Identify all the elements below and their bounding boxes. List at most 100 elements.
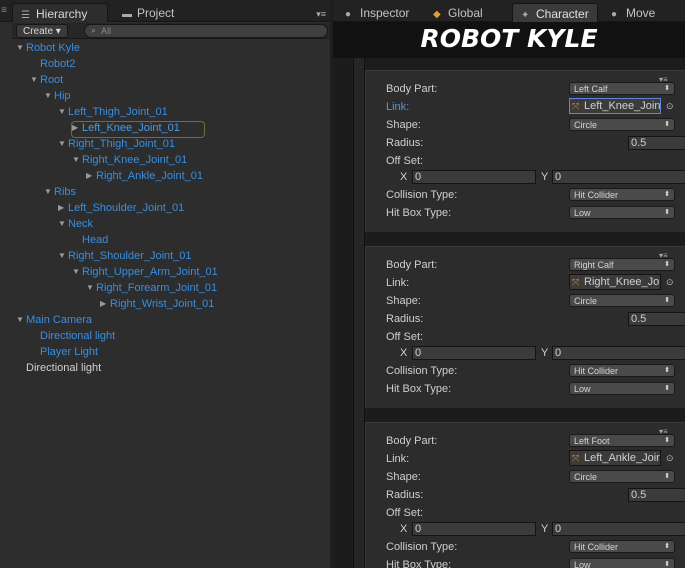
offset-label: Off Set: xyxy=(386,155,424,167)
create-button[interactable]: Create ▾ xyxy=(16,24,68,38)
link-object-field[interactable]: ⤧ Left_Knee_Joint xyxy=(569,98,661,114)
tree-node-label: Right_Shoulder_Joint_01 xyxy=(68,250,192,262)
expanded-arrow-icon[interactable]: ▼ xyxy=(72,155,82,164)
link-object-value: Left_Knee_Joint xyxy=(584,100,661,112)
offset-x-field[interactable]: 0 xyxy=(412,170,536,184)
collision-type-dropdown[interactable]: Hit Collider ⬍ xyxy=(569,364,675,377)
body-part-dropdown-value: Right Calf xyxy=(574,260,614,270)
collapsed-arrow-icon[interactable]: ▶ xyxy=(58,203,68,212)
tree-node-label: Hip xyxy=(54,90,71,102)
link-label: Link: xyxy=(386,101,410,113)
hitbox-type-dropdown[interactable]: Low ⬍ xyxy=(569,382,675,395)
collision-type-dropdown[interactable]: Hit Collider ⬍ xyxy=(569,188,675,201)
search-box[interactable]: ⌕ xyxy=(84,24,328,38)
chevron-updown-icon: ⬍ xyxy=(664,473,670,480)
object-picker-icon[interactable]: ⊙ xyxy=(666,277,674,288)
expanded-arrow-icon[interactable]: ▼ xyxy=(44,91,54,100)
object-picker-icon[interactable]: ⊙ xyxy=(666,453,674,464)
tab-hierarchy[interactable]: ☰ Hierarchy xyxy=(12,3,108,22)
offset-y-field[interactable]: 0 xyxy=(552,346,685,360)
expanded-arrow-icon[interactable]: ▼ xyxy=(16,315,26,324)
link-object-field[interactable]: ⤧ Right_Knee_Joint xyxy=(569,274,661,290)
shape-dropdown[interactable]: Circle ⬍ xyxy=(569,294,675,307)
tree-node-label: Right_Forearm_Joint_01 xyxy=(96,282,218,294)
link-label: Link: xyxy=(386,453,410,465)
collision-type-label: Collision Type: xyxy=(386,541,458,553)
tree-node-label: Robot2 xyxy=(40,58,76,70)
shape-dropdown[interactable]: Circle ⬍ xyxy=(569,470,675,483)
tab-project[interactable]: ▬ Project xyxy=(114,3,182,22)
tree-node[interactable]: ▶ Left_Knee_Joint_01 xyxy=(71,121,205,138)
link-object-field[interactable]: ⤧ Left_Ankle_Joint xyxy=(569,450,661,466)
search-icon: ⌕ xyxy=(91,25,97,35)
inspector-tabbar: ● Inspector ◆ Global ✦ Character ● Move xyxy=(333,0,685,22)
hitbox-type-dropdown[interactable]: Low ⬍ xyxy=(569,558,675,568)
tab-global[interactable]: ◆ Global xyxy=(425,3,491,22)
offset-label: Off Set: xyxy=(386,507,424,519)
object-picker-icon[interactable]: ⊙ xyxy=(666,101,674,112)
body-part-dropdown[interactable]: Left Calf ⬍ xyxy=(569,82,675,95)
tree-node-label: Right_Upper_Arm_Joint_01 xyxy=(82,266,218,278)
hitbox-type-dropdown[interactable]: Low ⬍ xyxy=(569,206,675,219)
offset-y-field[interactable]: 0 xyxy=(552,522,685,536)
hitbox-type-label: Hit Box Type: xyxy=(386,383,452,395)
offset-y-label: Y xyxy=(541,523,549,535)
expanded-arrow-icon[interactable]: ▼ xyxy=(58,219,68,228)
tree-node-label: Right_Knee_Joint_01 xyxy=(82,154,188,166)
chevron-down-icon: ▾ xyxy=(55,26,61,37)
panel-menu-icon[interactable]: ▾≡ xyxy=(316,9,326,20)
collapsed-arrow-icon[interactable]: ▶ xyxy=(86,171,96,180)
shape-dropdown-value: Circle xyxy=(574,120,598,130)
tree-node-label: Neck xyxy=(68,218,94,230)
hitbox-card: Body Part: Link: Shape: Radius: Off Set: Coll… xyxy=(365,70,685,232)
scroll-gutter[interactable] xyxy=(353,58,365,568)
expanded-arrow-icon[interactable]: ▼ xyxy=(86,283,96,292)
chevron-updown-icon: ⬍ xyxy=(664,121,670,128)
expanded-arrow-icon[interactable]: ▼ xyxy=(58,139,68,148)
tab-character[interactable]: ✦ Character xyxy=(512,3,598,22)
banner-title: ROBOT KYLE xyxy=(420,24,598,53)
offset-x-label: X xyxy=(400,523,408,535)
expanded-arrow-icon[interactable]: ▼ xyxy=(58,107,68,116)
tab-project-label: Project xyxy=(137,6,175,20)
search-input[interactable] xyxy=(101,25,321,37)
tree-node-label: Left_Knee_Joint_01 xyxy=(82,122,180,134)
hitbox-type-label: Hit Box Type: xyxy=(386,559,452,568)
offset-x-field[interactable]: 0 xyxy=(412,346,536,360)
radius-label: Radius: xyxy=(386,137,424,149)
expanded-arrow-icon[interactable]: ▼ xyxy=(72,267,82,276)
shape-dropdown[interactable]: Circle ⬍ xyxy=(569,118,675,131)
expanded-arrow-icon[interactable]: ▼ xyxy=(30,75,40,84)
radius-label: Radius: xyxy=(386,489,424,501)
tab-move[interactable]: ● Move xyxy=(603,3,663,22)
chevron-updown-icon: ⬍ xyxy=(664,385,670,392)
hierarchy-panel: ≡ ☰Hierarchy ▬Project ▾≡ Create ▾ ⌕ ▼Rob… xyxy=(0,0,330,568)
body-part-dropdown[interactable]: Right Calf ⬍ xyxy=(569,258,675,271)
radius-field[interactable]: 0.5 xyxy=(628,136,685,150)
tab-inspector[interactable]: ● Inspector xyxy=(337,3,417,22)
tree-node-label: Right_Wrist_Joint_01 xyxy=(110,298,215,310)
expanded-arrow-icon[interactable]: ▼ xyxy=(16,43,26,52)
offset-x-field[interactable]: 0 xyxy=(412,522,536,536)
collision-type-dropdown[interactable]: Hit Collider ⬍ xyxy=(569,540,675,553)
transform-icon: ⤧ xyxy=(572,277,580,287)
collapsed-arrow-icon[interactable]: ▶ xyxy=(100,299,110,308)
tab-hierarchy-label: Hierarchy xyxy=(36,7,88,21)
link-object-value: Right_Knee_Joint xyxy=(584,276,661,288)
tree-node-label: Root xyxy=(40,74,64,86)
radius-field[interactable]: 0.5 xyxy=(628,312,685,326)
offset-x-label: X xyxy=(400,171,408,183)
tree-node-label: Right_Thigh_Joint_01 xyxy=(68,138,176,150)
panel-handle-icon[interactable]: ≡ xyxy=(0,0,10,22)
body-part-dropdown[interactable]: Left Foot ⬍ xyxy=(569,434,675,447)
expanded-arrow-icon[interactable]: ▼ xyxy=(58,251,68,260)
offset-y-label: Y xyxy=(541,171,549,183)
expanded-arrow-icon[interactable]: ▼ xyxy=(44,187,54,196)
chevron-updown-icon: ⬍ xyxy=(664,297,670,304)
collapsed-arrow-icon[interactable]: ▶ xyxy=(72,123,82,132)
move-icon: ● xyxy=(611,9,618,20)
tab-global-label: Global xyxy=(448,6,483,20)
radius-field[interactable]: 0.5 xyxy=(628,488,685,502)
offset-y-field[interactable]: 0 xyxy=(552,170,685,184)
chevron-updown-icon: ⬍ xyxy=(664,261,670,268)
